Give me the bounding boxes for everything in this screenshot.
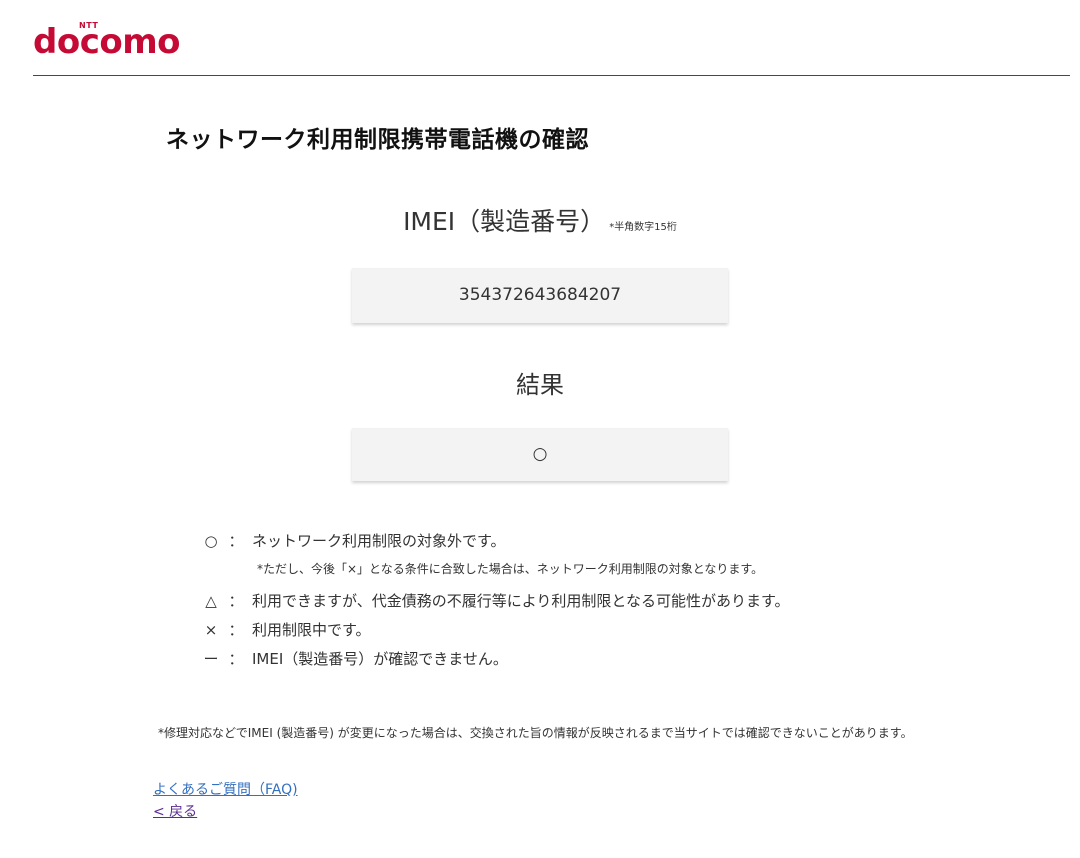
cross-symbol: × — [204, 621, 218, 639]
legend-item-warning: △ ： 利用できますが、代金債務の不履行等により利用制限となる可能性があります。 — [202, 590, 789, 612]
logo-wordmark: docomo — [33, 22, 181, 62]
result-value-field: ○ — [352, 428, 728, 481]
triangle-symbol: △ — [205, 592, 217, 610]
legend-text: ネットワーク利用制限の対象外です。 — [252, 532, 506, 550]
legend-item-restricted: × ： 利用制限中です。 — [202, 619, 371, 641]
circle-symbol: ○ — [204, 532, 218, 550]
imei-label: IMEI（製造番号） — [403, 207, 606, 236]
header-divider — [33, 75, 1070, 76]
back-link[interactable]: < 戻る — [153, 801, 197, 821]
legend-colon: ： — [228, 592, 244, 610]
legend-colon: ： — [228, 532, 244, 550]
dash-symbol: ー — [203, 650, 219, 668]
legend-text: 利用できますが、代金債務の不履行等により利用制限となる可能性があります。 — [252, 592, 790, 610]
legend-item-unknown: ー ： IMEI（製造番号）が確認できません。 — [202, 648, 508, 670]
legend-item-ok: ○ ： ネットワーク利用制限の対象外です。 — [202, 530, 506, 552]
legend-colon: ： — [228, 621, 244, 639]
result-value: ○ — [532, 444, 548, 464]
legend-text: IMEI（製造番号）が確認できません。 — [252, 650, 508, 668]
imei-format-note: *半角数字15桁 — [609, 222, 677, 233]
result-label: 結果 — [516, 371, 564, 399]
page-title: ネットワーク利用制限携帯電話機の確認 — [166, 127, 589, 153]
docomo-logo[interactable]: NTT docomo — [33, 22, 193, 68]
legend-text: 利用制限中です。 — [252, 621, 371, 639]
legend-sub-note: *ただし、今後「×」となる条件に合致した場合は、ネットワーク利用制限の対象となり… — [257, 562, 764, 576]
imei-value-field[interactable]: 354372643684207 — [352, 268, 728, 323]
faq-link[interactable]: よくあるご質問（FAQ) — [153, 779, 298, 799]
imei-value: 354372643684207 — [458, 285, 622, 305]
legend-colon: ： — [228, 650, 244, 668]
imei-change-footnote: *修理対応などでIMEI (製造番号) が変更になった場合は、交換された旨の情報… — [158, 726, 913, 740]
site-header: NTT docomo — [0, 0, 1080, 76]
imei-heading: IMEI（製造番号） *半角数字15桁 — [0, 202, 1080, 238]
